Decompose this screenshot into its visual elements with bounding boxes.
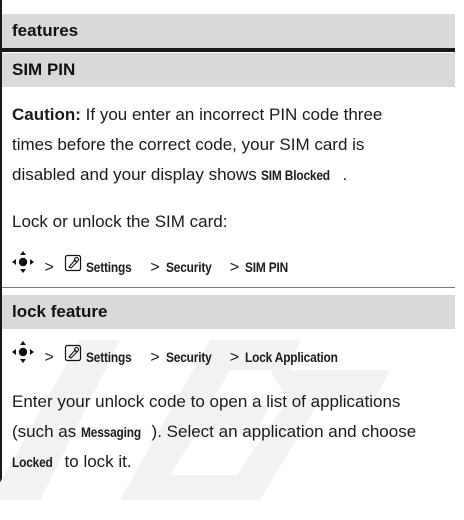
path-separator: > — [229, 258, 240, 276]
settings-icon — [64, 253, 82, 283]
lock-desc-line-1: Enter your unlock code to open a list of… — [12, 392, 401, 411]
header-rule — [2, 48, 455, 52]
caution-text-1: If you enter an incorrect PIN code three — [80, 105, 383, 124]
path-step-sim-pin: SIM PIN — [245, 258, 289, 275]
sim-blocked-term: SIM Blocked — [261, 167, 331, 183]
page-header: features — [2, 14, 455, 48]
path-step-settings: Settings — [86, 258, 132, 275]
path-separator: > — [150, 258, 160, 276]
caution-line-1: Caution: If you enter an incorrect PIN c… — [12, 100, 452, 130]
path-step-settings: Settings — [86, 348, 132, 365]
path-separator: > — [150, 348, 160, 366]
path-separator: > — [44, 348, 54, 366]
caution-text-3: disabled and your display shows — [12, 165, 262, 184]
path-step-security: Security — [165, 258, 212, 275]
caution-label: Caution: — [12, 105, 81, 124]
messaging-term: Messaging — [80, 424, 141, 440]
caution-line-3: disabled and your display shows SIM Bloc… — [12, 160, 452, 190]
path-step-lock-application: Lock Application — [245, 348, 338, 365]
nav-key-icon — [12, 341, 34, 374]
lock-desc-2-start: (such as — [12, 422, 81, 441]
path-separator: > — [229, 348, 240, 366]
sim-pin-menu-path: > Settings > Security > SIM PIN — [12, 251, 296, 281]
lock-feature-menu-path: > Settings > Security > Lock Application — [12, 341, 354, 371]
section-title-sim-pin: SIM PIN — [2, 53, 455, 87]
path-step-security: Security — [165, 348, 212, 365]
locked-term: Locked — [12, 454, 53, 470]
nav-key-icon — [12, 251, 34, 284]
caution-line-2: times before the correct code, your SIM … — [12, 135, 365, 154]
path-separator: > — [44, 258, 54, 276]
lock-desc-line-2: (such as Messaging ). Select an applicati… — [12, 417, 452, 447]
section-divider — [2, 287, 455, 288]
lock-desc-3-end: to lock it. — [59, 452, 132, 471]
caution-period: . — [342, 165, 348, 184]
lock-desc-line-3: Locked to lock it. — [12, 447, 452, 477]
lock-desc-2-end: ). Select an application and choose — [151, 422, 417, 441]
sim-instruction: Lock or unlock the SIM card: — [12, 212, 228, 231]
section-title-lock-feature: lock feature — [2, 295, 455, 329]
settings-icon — [64, 343, 82, 373]
